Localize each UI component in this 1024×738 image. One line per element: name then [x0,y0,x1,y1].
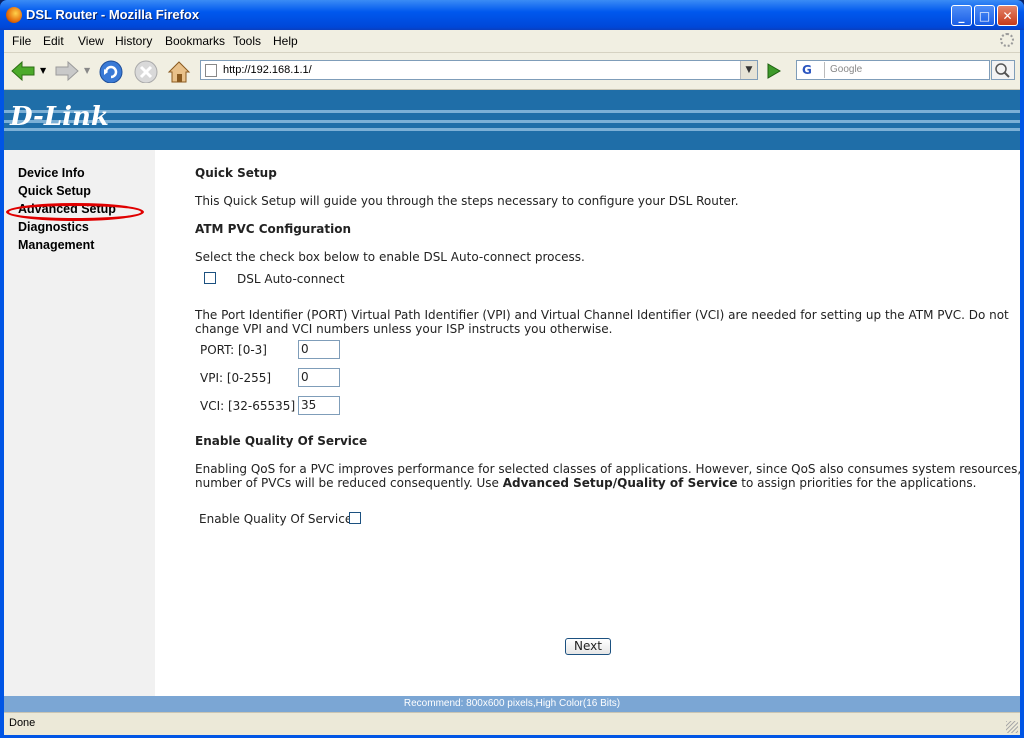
page-icon [205,64,217,77]
maximize-button[interactable]: □ [974,5,995,26]
back-dropdown-icon[interactable]: ▼ [40,66,46,75]
banner-stripe [4,120,1020,123]
qos-text: number of PVCs will be reduced consequen… [195,476,503,490]
port-label: PORT: [0-3] [200,343,267,357]
resize-grip-icon[interactable] [1006,721,1018,733]
dsl-autoconnect-checkbox[interactable] [204,272,216,284]
url-dropdown-icon[interactable]: ▼ [740,61,757,79]
window-title: DSL Router - Mozilla Firefox [26,7,200,22]
status-text: Done [9,717,36,729]
minimize-button[interactable]: _ [951,5,972,26]
banner-stripe [4,128,1020,131]
next-button[interactable]: Next [565,638,611,655]
vpi-description: change VPI and VCI numbers unless your I… [195,322,613,336]
vpi-description: The Port Identifier (PORT) Virtual Path … [195,308,1009,322]
highlight-circle [6,203,144,221]
sidebar-item-device-info[interactable]: Device Info [18,166,85,180]
footer-bar: Recommend: 800x600 pixels,High Color(16 … [4,696,1020,712]
menu-bookmarks[interactable]: Bookmarks [165,34,225,48]
qos-checkbox[interactable] [349,512,361,524]
vpi-label: VPI: [0-255] [200,371,272,385]
atm-instruction: Select the check box below to enable DSL… [195,250,585,264]
qos-heading: Enable Quality Of Service [195,434,368,448]
magnifier-icon [995,63,1010,78]
page-title: Quick Setup [195,166,277,180]
dlink-banner: D-Link [4,90,1020,150]
menu-file[interactable]: File [12,34,31,48]
url-text[interactable]: http://192.168.1.1/ [223,64,312,76]
menu-tools[interactable]: Tools [233,34,261,48]
status-bar: Done [4,712,1020,735]
menu-history[interactable]: History [115,34,152,48]
page-content: D-Link Device Info Quick Setup Advanced … [4,90,1024,712]
search-button[interactable] [991,60,1015,80]
back-icon[interactable] [8,59,38,83]
menu-view[interactable]: View [78,34,104,48]
stop-icon[interactable] [133,59,159,83]
dlink-logo: D-Link [10,102,109,132]
throbber-icon [1000,33,1014,47]
menu-edit[interactable]: Edit [43,34,64,48]
go-icon[interactable] [764,62,782,80]
vci-label: VCI: [32-65535] [200,399,296,413]
forward-icon[interactable] [52,59,82,83]
qos-link-text: Advanced Setup/Quality of Service [502,476,738,490]
port-input[interactable]: 0 [298,340,340,359]
vci-input[interactable]: 35 [298,396,340,415]
search-engine-icon[interactable]: G [799,62,825,78]
qos-description: Enabling QoS for a PVC improves performa… [195,462,1024,476]
vpi-input[interactable]: 0 [298,368,340,387]
menu-help[interactable]: Help [273,34,298,48]
forward-dropdown-icon[interactable]: ▼ [84,66,90,75]
atm-heading: ATM PVC Configuration [195,222,351,236]
menu-bar: File Edit View History Bookmarks Tools H… [4,30,1020,53]
browser-window: DSL Router - Mozilla Firefox _ □ ✕ File … [0,0,1024,738]
browser-frame: File Edit View History Bookmarks Tools H… [4,30,1024,735]
search-bar[interactable]: G Google [796,60,990,80]
firefox-icon [6,7,22,23]
intro-text: This Quick Setup will guide you through … [195,194,739,208]
url-bar[interactable]: http://192.168.1.1/ ▼ [200,60,758,80]
banner-stripe [4,110,1020,113]
qos-text: to assign priorities for the application… [737,476,977,490]
close-button[interactable]: ✕ [997,5,1018,26]
search-input[interactable]: Google [830,64,862,75]
title-bar: DSL Router - Mozilla Firefox _ □ ✕ [0,0,1024,30]
sidebar-item-management[interactable]: Management [18,238,94,252]
qos-description-line2: number of PVCs will be reduced consequen… [195,476,976,490]
dsl-autoconnect-label: DSL Auto-connect [237,272,345,286]
sidebar: Device Info Quick Setup Advanced Setup D… [4,150,155,696]
sidebar-item-quick-setup[interactable]: Quick Setup [18,184,91,198]
home-icon[interactable] [166,59,192,83]
qos-label: Enable Quality Of Service [199,512,353,526]
sidebar-item-diagnostics[interactable]: Diagnostics [18,220,89,234]
reload-icon[interactable] [98,59,124,83]
navigation-toolbar: ▼ ▼ http://192.168.1.1/ ▼ G Google [4,53,1020,90]
